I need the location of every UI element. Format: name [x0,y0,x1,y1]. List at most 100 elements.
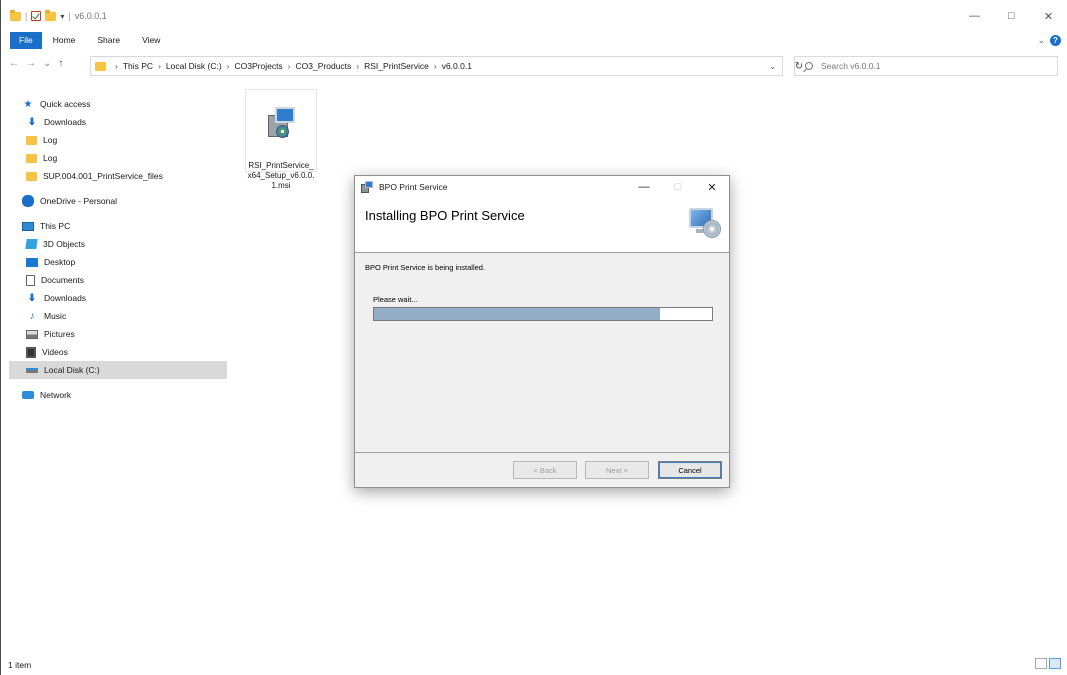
chevron-right-icon[interactable]: › [356,61,359,71]
back-arrow-icon[interactable]: ← [9,58,19,69]
back-button: < Back [513,461,577,479]
dialog-close-button[interactable]: ✕ [695,176,729,198]
title-bar: | ▾ | v6.0.0.1 — □ ✕ [1,0,1067,32]
maximize-button[interactable]: □ [993,0,1030,32]
sidebar-item-downloads-pinned[interactable]: ⬇ Downloads [9,113,227,131]
address-toolbar: ← → ⌄ ↑ › This PC › Local Disk (C:) › CO… [1,54,1067,78]
tab-view[interactable]: View [131,32,171,49]
dialog-title-bar: BPO Print Service — □ ✕ [355,176,729,198]
cube-icon [25,239,38,249]
sidebar-item-desktop[interactable]: Desktop [9,253,227,271]
drive-icon [26,367,38,373]
window-title: v6.0.0.1 [74,11,107,21]
desktop-icon [26,257,38,267]
chevron-right-icon[interactable]: › [158,61,161,71]
view-toggle [1035,658,1061,669]
cloud-icon [22,195,34,207]
cancel-button[interactable]: Cancel [658,461,722,479]
address-bar[interactable]: › This PC › Local Disk (C:) › CO3Project… [90,56,783,76]
recent-locations-icon[interactable]: ⌄ [43,58,51,69]
help-icon[interactable]: ? [1050,35,1061,46]
file-name: RSI_PrintService_ x64_Setup_v6.0.0. 1.ms… [247,161,315,190]
sidebar-item-downloads[interactable]: ⬇ Downloads [9,289,227,307]
status-item-count: 1 item [8,660,32,670]
details-view-icon[interactable] [1035,658,1047,669]
progress-fill [374,308,660,320]
sidebar-item-music[interactable]: ♪ Music [9,307,227,325]
expand-ribbon-icon[interactable]: ⌄ [1037,35,1045,46]
up-arrow-icon[interactable]: ↑ [58,58,63,69]
download-arrow-icon: ⬇ [27,292,37,304]
properties-icon[interactable] [31,11,42,21]
close-button[interactable]: ✕ [1030,0,1067,32]
computer-icon [22,221,34,231]
next-button: Next > [585,461,649,479]
customize-toolbar-icon[interactable]: ▾ [60,12,64,21]
breadcrumb-local-disk[interactable]: Local Disk (C:) [166,61,222,71]
dialog-minimize-button[interactable]: — [627,176,661,198]
sidebar-item-log[interactable]: Log [9,131,227,149]
sidebar-item-documents[interactable]: Documents [9,271,227,289]
breadcrumb-this-pc[interactable]: This PC [123,61,153,71]
msi-installer-icon [263,105,299,141]
breadcrumb-co3-products[interactable]: CO3_Products [296,61,352,71]
chevron-right-icon[interactable]: › [434,61,437,71]
search-placeholder: Search v6.0.0.1 [821,61,881,71]
network-icon [22,391,34,399]
star-icon: ★ [23,98,33,110]
navigation-buttons: ← → ⌄ ↑ [9,58,63,69]
chevron-right-icon[interactable]: › [288,61,291,71]
address-dropdown-icon[interactable]: ⌄ [769,62,776,71]
chevron-right-icon[interactable]: › [115,61,118,71]
sidebar-item-pictures[interactable]: Pictures [9,325,227,343]
folder-icon [26,135,37,145]
file-item-msi[interactable] [245,89,317,172]
dialog-footer: < Back Next > Cancel [355,453,729,488]
breadcrumb-rsi-printservice[interactable]: RSI_PrintService [364,61,429,71]
folder-icon [95,61,106,71]
install-message: BPO Print Service is being installed. [365,263,486,272]
dialog-body: BPO Print Service is being installed. Pl… [355,254,729,452]
tab-share[interactable]: Share [86,32,131,49]
tab-file[interactable]: File [10,32,42,49]
installer-dialog: BPO Print Service — □ ✕ Installing BPO P… [354,175,730,488]
dialog-heading: Installing BPO Print Service [365,208,525,223]
sidebar-item-onedrive[interactable]: OneDrive - Personal [9,192,227,210]
dialog-header: Installing BPO Print Service [355,198,729,253]
install-progress-bar [373,307,713,321]
installer-app-icon [361,181,373,193]
dialog-title: BPO Print Service [379,182,448,192]
computer-cd-icon [687,206,721,240]
search-icon [805,62,813,70]
sidebar-item-3d-objects[interactable]: 3D Objects [9,235,227,253]
picture-icon [26,329,38,339]
large-icons-view-icon[interactable] [1049,658,1061,669]
tab-home[interactable]: Home [42,32,87,49]
search-box[interactable]: Search v6.0.0.1 [794,56,1058,76]
sidebar-item-this-pc[interactable]: This PC [9,217,227,235]
download-arrow-icon: ⬇ [27,116,37,128]
quick-access-toolbar: | ▾ | [1,9,71,21]
document-icon [26,274,35,286]
sidebar-item-sup-files[interactable]: SUP.004.001_PrintService_files [9,167,227,185]
breadcrumb-v6001[interactable]: v6.0.0.1 [442,61,472,71]
sidebar-item-log-2[interactable]: Log [9,149,227,167]
new-folder-icon[interactable] [45,9,57,21]
wait-label: Please wait... [373,295,418,304]
folder-icon [26,171,37,181]
sidebar-item-quick-access[interactable]: ★ Quick access [9,95,227,113]
film-icon [26,346,36,358]
window-controls: — □ ✕ [956,0,1067,32]
sidebar-item-videos[interactable]: Videos [9,343,227,361]
ribbon-tabs: File Home Share View ⌄ ? [1,32,1067,49]
dialog-maximize-button: □ [674,181,682,193]
chevron-right-icon[interactable]: › [227,61,230,71]
breadcrumb-co3projects[interactable]: CO3Projects [235,61,283,71]
music-note-icon: ♪ [29,310,35,322]
forward-arrow-icon[interactable]: → [26,58,36,69]
folder-icon [26,153,37,163]
navigation-pane: ★ Quick access ⬇ Downloads Log Log SUP.0… [9,95,227,404]
sidebar-item-local-disk[interactable]: Local Disk (C:) [9,361,227,379]
sidebar-item-network[interactable]: Network [9,386,227,404]
minimize-button[interactable]: — [956,0,993,32]
